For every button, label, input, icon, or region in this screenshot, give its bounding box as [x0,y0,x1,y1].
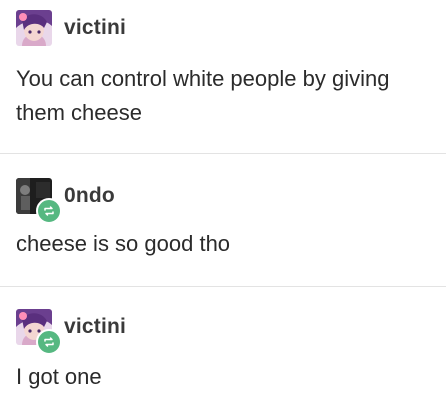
username[interactable]: victini [64,16,126,40]
avatar[interactable] [16,10,52,46]
post-header: 0ndo [16,178,115,224]
post: 0ndo cheese is so good tho [0,154,446,287]
post-text: You can control white people by giving t… [16,66,390,125]
reblog-icon [36,329,62,355]
post: victini You can control white people by … [0,0,446,154]
post-thread: victini You can control white people by … [0,0,446,409]
username[interactable]: victini [64,315,126,339]
anime-girl-avatar-icon [16,10,52,46]
post-header: victini [16,309,126,355]
username[interactable]: 0ndo [64,184,115,208]
post-text: cheese is so good tho [16,231,231,256]
post-text: I got one [16,364,102,389]
avatar[interactable] [16,309,62,355]
post: victini I got one [0,287,446,409]
reblog-icon [36,198,62,224]
avatar[interactable] [16,178,62,224]
post-header: victini [16,10,126,46]
